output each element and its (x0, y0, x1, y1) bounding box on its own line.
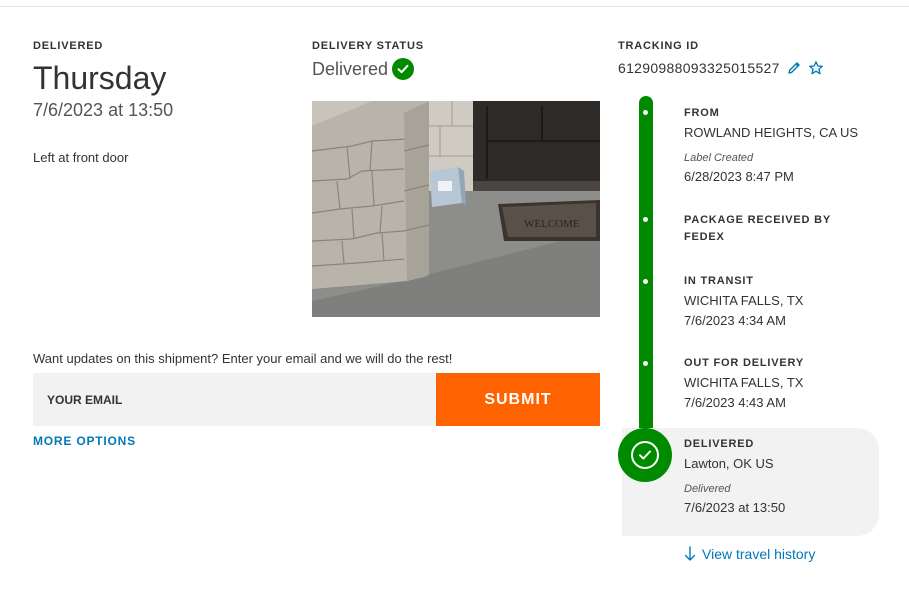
star-outline-icon[interactable] (808, 60, 824, 76)
submit-button[interactable]: SUBMIT (436, 373, 600, 426)
event-title: OUT FOR DELIVERY (684, 357, 804, 369)
delivered-datetime: 7/6/2023 at 13:50 (33, 100, 174, 120)
tracking-line: 61290988093325015527 (618, 60, 898, 76)
timeline-dot (643, 361, 648, 366)
event-title: FROM (684, 107, 720, 119)
email-form: SUBMIT (33, 373, 600, 426)
timeline-dot (643, 217, 648, 222)
delivery-status-label: DELIVERY STATUS (312, 40, 424, 52)
event-time: 7/6/2023 4:43 AM (684, 395, 786, 410)
status-line: Delivered (312, 57, 602, 81)
delivered-summary: DELIVERED Thursday 7/6/2023 at 13:50 Lef… (33, 40, 293, 165)
tracking-id-label: TRACKING ID (618, 40, 699, 52)
timeline-event-delivered: DELIVERED Lawton, OK US Delivered 7/6/20… (684, 436, 874, 517)
arrow-down-icon (684, 546, 696, 562)
timeline-event-out-for-delivery: OUT FOR DELIVERY WICHITA FALLS, TX 7/6/2… (684, 355, 874, 412)
event-location: WICHITA FALLS, TX (684, 293, 804, 308)
event-location: ROWLAND HEIGHTS, CA US (684, 125, 859, 140)
tracking-section: TRACKING ID 61290988093325015527 (618, 40, 898, 76)
delivery-photo[interactable]: WELCOME (312, 101, 600, 317)
timeline-event-from: FROM ROWLAND HEIGHTS, CA US Label Create… (684, 105, 874, 186)
delivered-day: Thursday (33, 60, 167, 96)
view-travel-history-label: View travel history (702, 546, 816, 562)
top-divider (0, 6, 909, 7)
event-time: 7/6/2023 at 13:50 (684, 500, 786, 515)
delivery-status-section: DELIVERY STATUS Delivered (312, 40, 602, 81)
email-input[interactable] (33, 373, 436, 426)
status-text: Delivered (312, 58, 389, 79)
delivered-check-icon (618, 428, 672, 482)
event-location: Lawton, OK US (684, 456, 774, 471)
event-title: PACKAGE RECEIVED BY (684, 214, 832, 226)
pencil-icon[interactable] (786, 60, 802, 76)
event-title-line2: FEDEX (684, 231, 725, 243)
email-prompt: Want updates on this shipment? Enter you… (33, 351, 453, 366)
event-title: DELIVERED (684, 438, 755, 450)
timeline-event-received: PACKAGE RECEIVED BY FEDEX (684, 212, 874, 246)
event-title: IN TRANSIT (684, 275, 754, 287)
event-location: WICHITA FALLS, TX (684, 375, 804, 390)
timeline-dot (643, 279, 648, 284)
event-note: Label Created (684, 152, 754, 164)
check-circle-icon (392, 58, 415, 80)
event-time: 6/28/2023 8:47 PM (684, 169, 794, 184)
svg-text:WELCOME: WELCOME (524, 218, 580, 230)
view-travel-history-link[interactable]: View travel history (684, 546, 815, 562)
more-options-link[interactable]: MORE OPTIONS (33, 434, 136, 448)
timeline-event-in-transit: IN TRANSIT WICHITA FALLS, TX 7/6/2023 4:… (684, 273, 874, 330)
delivered-label: DELIVERED (33, 40, 104, 52)
delivery-location-note: Left at front door (33, 150, 129, 165)
event-note: Delivered (684, 483, 731, 495)
event-time: 7/6/2023 4:34 AM (684, 313, 786, 328)
timeline-dot (643, 110, 648, 115)
tracking-number: 61290988093325015527 (618, 60, 780, 76)
